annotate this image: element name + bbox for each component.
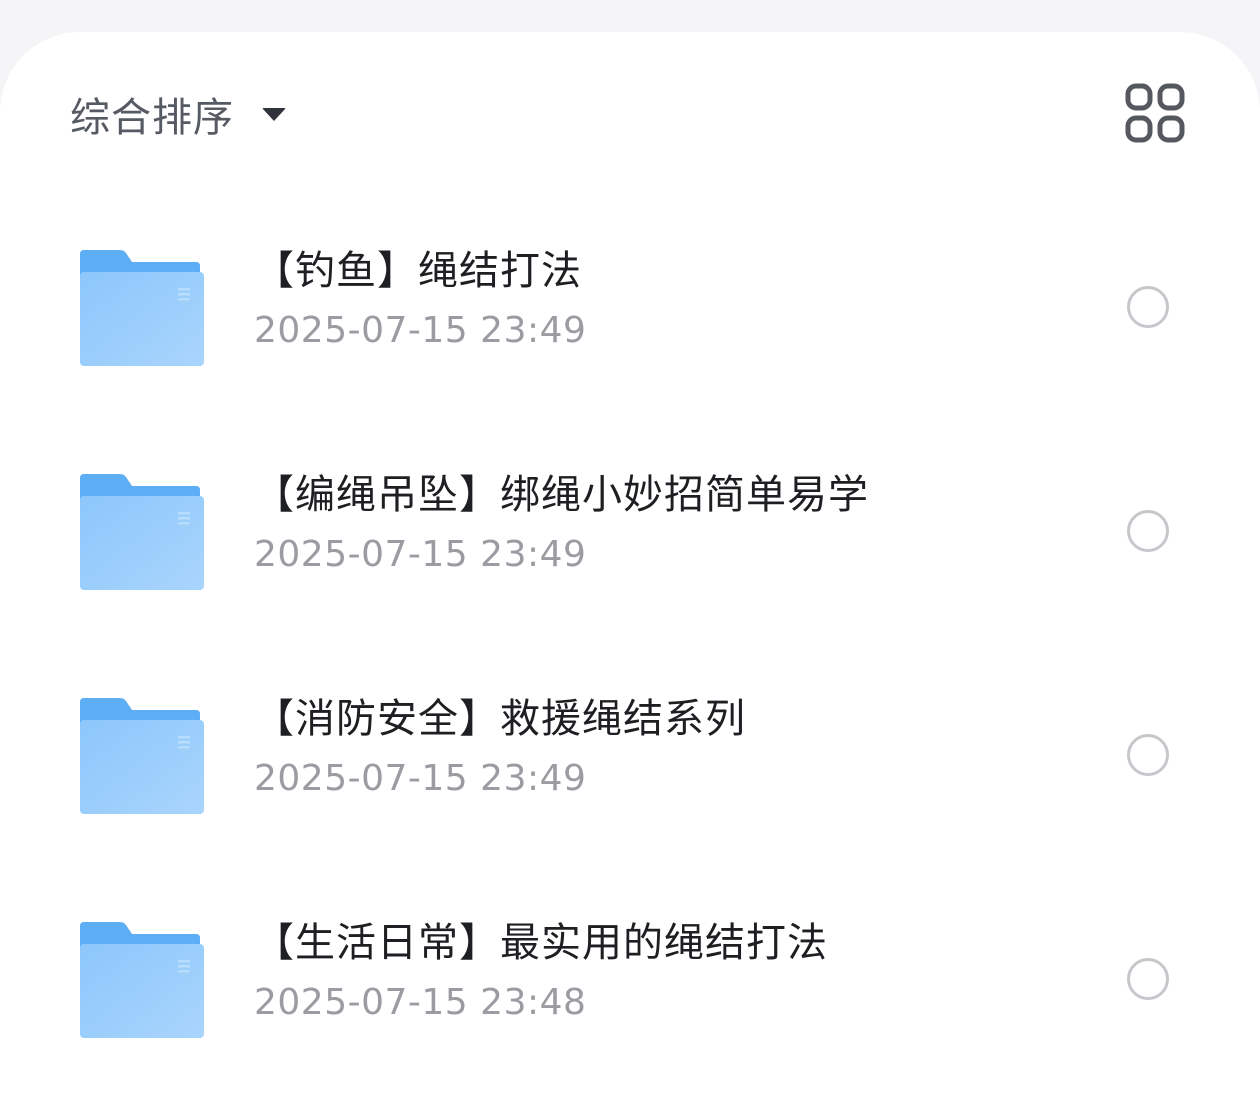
sort-label: 综合排序 — [70, 95, 234, 141]
select-radio[interactable] — [1127, 734, 1169, 776]
folder-modified-time: 2025-07-15 23:49 — [254, 758, 587, 799]
folder-name: 【消防安全】救援绳结系列 — [254, 696, 746, 742]
list-item[interactable]: 【生活日常】最实用的绳结打法 2025-07-15 23:48 — [0, 864, 1260, 1088]
folder-icon — [80, 922, 204, 1038]
folder-name: 【钓鱼】绳结打法 — [254, 248, 582, 294]
list-item[interactable]: 【消防安全】救援绳结系列 2025-07-15 23:49 — [0, 640, 1260, 864]
select-radio[interactable] — [1127, 958, 1169, 1000]
folder-name: 【生活日常】最实用的绳结打法 — [254, 920, 828, 966]
select-radio[interactable] — [1127, 510, 1169, 552]
folder-modified-time: 2025-07-15 23:49 — [254, 534, 587, 575]
folder-icon — [80, 250, 204, 366]
folder-modified-time: 2025-07-15 23:49 — [254, 310, 587, 351]
folder-icon — [80, 474, 204, 590]
list-item[interactable]: 【编绳吊坠】绑绳小妙招简单易学 2025-07-15 23:49 — [0, 416, 1260, 640]
folder-modified-time: 2025-07-15 23:48 — [254, 982, 587, 1023]
grid-view-icon[interactable] — [1124, 82, 1186, 144]
folder-icon — [80, 698, 204, 814]
select-radio[interactable] — [1127, 286, 1169, 328]
folder-name: 【编绳吊坠】绑绳小妙招简单易学 — [254, 472, 869, 518]
file-list-panel: 综合排序 【钓鱼】绳结打法 2025-07-15 23:49 【编绳吊坠】绑绳小… — [0, 32, 1260, 1096]
list-item[interactable]: 【钓鱼】绳结打法 2025-07-15 23:49 — [0, 192, 1260, 416]
list-toolbar: 综合排序 — [0, 32, 1260, 192]
sort-dropdown[interactable]: 综合排序 — [70, 84, 286, 144]
caret-down-icon — [262, 107, 286, 121]
